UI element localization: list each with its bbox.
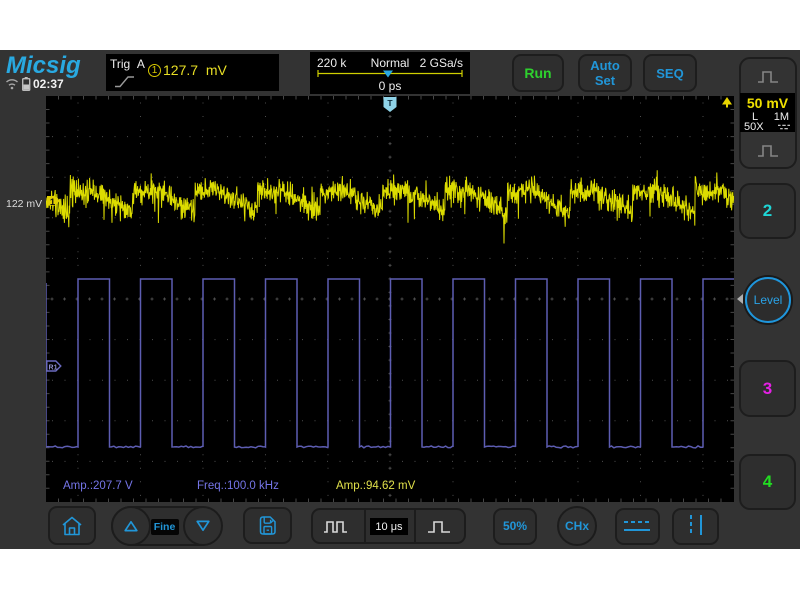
svg-text:T: T xyxy=(387,98,393,108)
svg-text:1: 1 xyxy=(50,197,56,208)
svg-text:Freq.:100.0 kHz: Freq.:100.0 kHz xyxy=(197,480,279,492)
svg-text:Amp.:94.62 mV: Amp.:94.62 mV xyxy=(336,480,416,492)
svg-text:R1: R1 xyxy=(49,364,58,371)
svg-text:Amp.:207.7 V: Amp.:207.7 V xyxy=(63,480,133,492)
